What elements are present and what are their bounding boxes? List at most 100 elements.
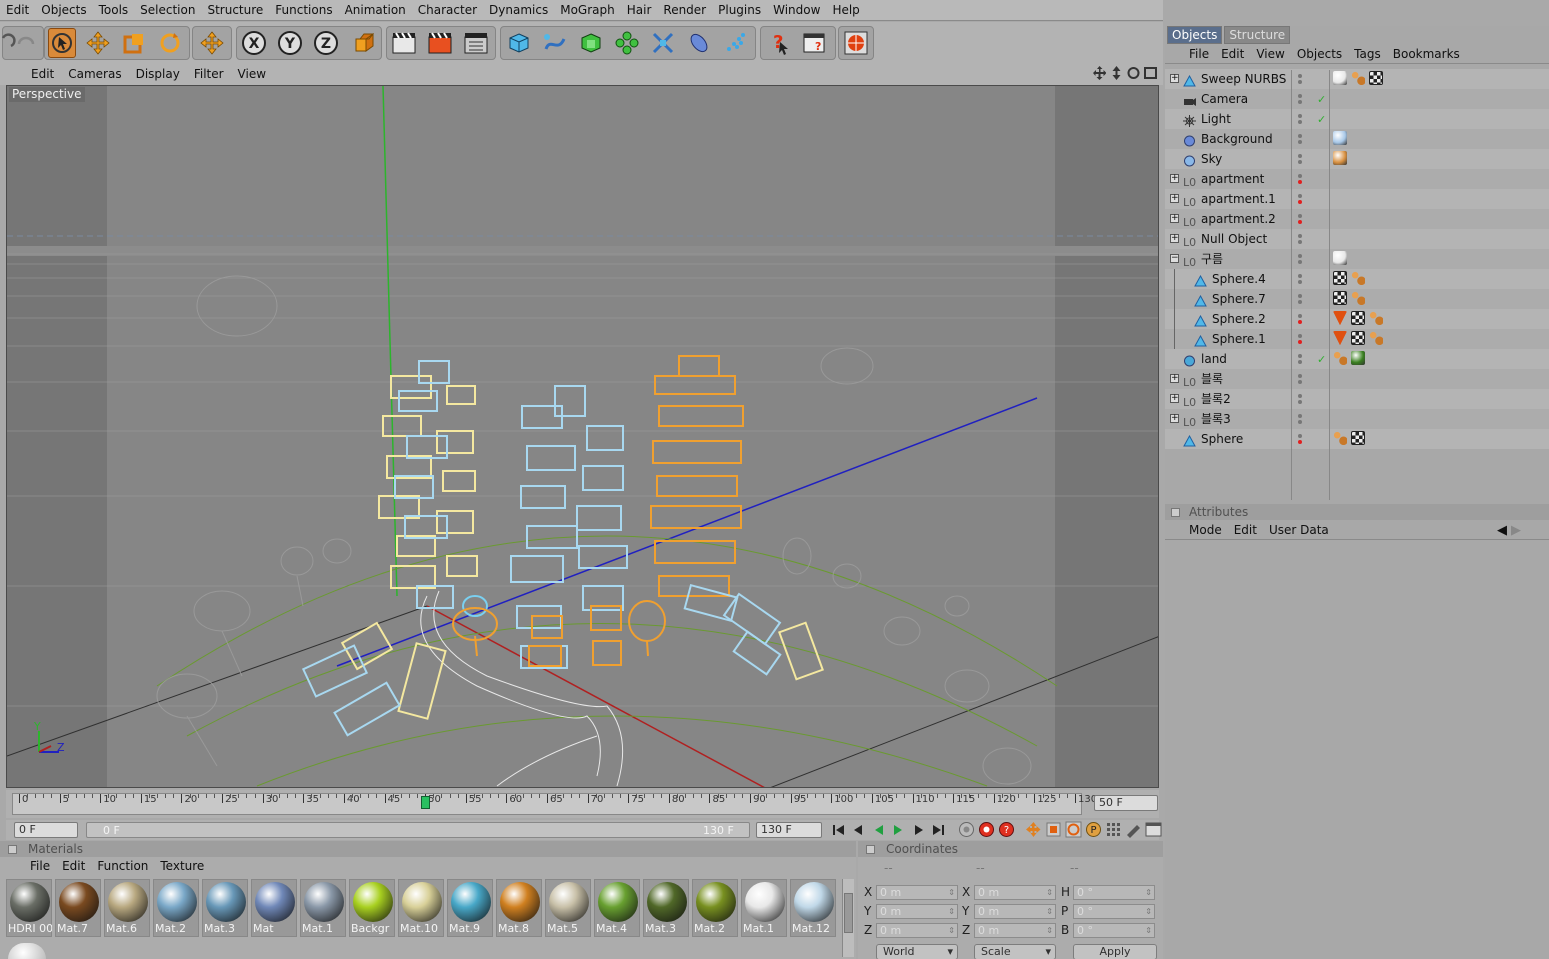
deformer-icon[interactable] <box>649 28 677 58</box>
object-menu-tags[interactable]: Tags <box>1348 44 1387 64</box>
editor-visibility-dot[interactable] <box>1298 214 1302 218</box>
object-tag-icon[interactable] <box>1333 131 1347 145</box>
object-row[interactable]: Background <box>1165 129 1549 149</box>
panel-collapse-icon[interactable] <box>1171 508 1180 517</box>
render-visibility-dot[interactable] <box>1298 200 1302 204</box>
attributes-menu-mode[interactable]: Mode <box>1183 520 1228 540</box>
object-tag-icon[interactable] <box>1369 331 1383 345</box>
object-row[interactable]: Sphere.1 <box>1165 329 1549 349</box>
object-tag-icon[interactable] <box>1333 431 1347 445</box>
array-icon[interactable] <box>613 28 641 58</box>
enabled-check-icon[interactable]: ✓ <box>1317 110 1326 130</box>
visibility-toggle[interactable] <box>1296 432 1306 446</box>
visibility-toggle[interactable] <box>1296 152 1306 166</box>
editor-visibility-dot[interactable] <box>1298 334 1302 338</box>
back-arrow-icon[interactable]: ◀ <box>1497 523 1507 538</box>
editor-visibility-dot[interactable] <box>1298 314 1302 318</box>
object-tag-icon[interactable] <box>1351 71 1365 85</box>
editor-visibility-dot[interactable] <box>1298 114 1302 118</box>
material-swatch[interactable]: Mat.2 <box>153 879 199 937</box>
timeline-ruler[interactable]: 0 5 10 15 20 25 30 35 40 45 50 55 60 65 70 75 80 85 90 95 10… <box>6 790 1159 818</box>
material-swatch[interactable]: Backgr <box>349 879 395 937</box>
expand-toggle-icon[interactable]: + <box>1170 234 1179 243</box>
start-frame-field[interactable]: 0 F <box>14 822 78 838</box>
editor-visibility-dot[interactable] <box>1298 294 1302 298</box>
editor-visibility-dot[interactable] <box>1298 174 1302 178</box>
menu-dynamics[interactable]: Dynamics <box>483 0 554 21</box>
menu-plugins[interactable]: Plugins <box>712 0 767 21</box>
editor-visibility-dot[interactable] <box>1298 414 1302 418</box>
object-tag-icon[interactable] <box>1369 71 1383 85</box>
object-tag-icon[interactable] <box>1333 351 1347 365</box>
coordinate-system-icon[interactable] <box>350 28 378 58</box>
render-visibility-dot[interactable] <box>1298 420 1302 424</box>
menu-objects[interactable]: Objects <box>35 0 92 21</box>
spinner-arrows-icon[interactable]: ⇕ <box>948 924 955 937</box>
record-icon[interactable] <box>958 821 975 838</box>
material-swatch[interactable]: Mat <box>251 879 297 937</box>
render-visibility-dot[interactable] <box>1298 240 1302 244</box>
coordinate-scale-select[interactable]: Scale ▾ <box>974 944 1056 959</box>
render-visibility-dot[interactable] <box>1298 340 1302 344</box>
attributes-menu-edit[interactable]: Edit <box>1228 520 1263 540</box>
viewport-maximize-icon[interactable] <box>1144 66 1157 80</box>
expand-toggle-icon[interactable]: + <box>1170 194 1179 203</box>
object-menu-file[interactable]: File <box>1183 44 1215 64</box>
object-tag-icon[interactable] <box>1351 291 1365 305</box>
render-visibility-dot[interactable] <box>1298 120 1302 124</box>
visibility-toggle[interactable] <box>1296 332 1306 346</box>
object-menu-edit[interactable]: Edit <box>1215 44 1250 64</box>
rotate-icon[interactable] <box>156 28 184 58</box>
step-forward-icon[interactable] <box>910 822 927 838</box>
visibility-toggle[interactable] <box>1296 372 1306 386</box>
editor-visibility-dot[interactable] <box>1298 74 1302 78</box>
render-visibility-dot[interactable] <box>1298 300 1302 304</box>
y-axis-lock-icon[interactable]: Y <box>276 28 304 58</box>
visibility-toggle[interactable] <box>1296 352 1306 366</box>
render-world-icon[interactable] <box>842 28 870 58</box>
render-visibility-dot[interactable] <box>1298 160 1302 164</box>
editor-visibility-dot[interactable] <box>1298 154 1302 158</box>
object-tag-icon[interactable] <box>1333 331 1347 345</box>
render-picture-viewer-icon[interactable] <box>426 28 454 58</box>
apply-button[interactable]: Apply <box>1073 944 1157 959</box>
render-settings-icon[interactable] <box>462 28 490 58</box>
key-pla-icon[interactable] <box>1105 821 1122 838</box>
scale-icon[interactable] <box>120 28 148 58</box>
coordinate-value-field[interactable]: 0 m ⇕ <box>974 923 1056 938</box>
expand-toggle-icon[interactable]: + <box>1170 414 1179 423</box>
render-visibility-dot[interactable] <box>1298 440 1302 444</box>
viewport-zoom-icon[interactable] <box>1110 66 1123 80</box>
coordinate-mode-select[interactable]: World ▾ <box>876 944 958 959</box>
coordinate-value-field[interactable]: 0 m ⇕ <box>876 923 958 938</box>
key-scale-icon[interactable] <box>1045 821 1062 838</box>
object-row[interactable]: + L0 apartment.1 <box>1165 189 1549 209</box>
object-tag-icon[interactable] <box>1333 311 1347 325</box>
material-swatch[interactable]: Mat.8 <box>496 879 542 937</box>
expand-toggle-icon[interactable]: + <box>1170 74 1179 83</box>
timeline-playhead[interactable] <box>421 796 431 809</box>
coordinate-value-field[interactable]: 0 m ⇕ <box>974 885 1056 900</box>
menu-structure[interactable]: Structure <box>201 0 269 21</box>
object-tag-icon[interactable] <box>1351 311 1365 325</box>
visibility-toggle[interactable] <box>1296 232 1306 246</box>
object-row[interactable]: land ✓ <box>1165 349 1549 369</box>
viewport-menu-display[interactable]: Display <box>129 64 187 85</box>
expand-toggle-icon[interactable]: − <box>1170 254 1179 263</box>
menu-render[interactable]: Render <box>657 0 712 21</box>
object-row[interactable]: Sphere.7 <box>1165 289 1549 309</box>
menu-mograph[interactable]: MoGraph <box>554 0 621 21</box>
tab-structure[interactable]: Structure <box>1224 26 1291 44</box>
expand-toggle-icon[interactable]: + <box>1170 214 1179 223</box>
interactive-render-icon[interactable]: ? <box>800 28 828 58</box>
object-row[interactable]: + L0 블록2 <box>1165 389 1549 409</box>
material-swatch[interactable]: Mat.4 <box>594 879 640 937</box>
object-row[interactable]: + L0 apartment <box>1165 169 1549 189</box>
object-row[interactable]: Light ✓ <box>1165 109 1549 129</box>
end-frame-field[interactable]: 130 F <box>756 822 822 838</box>
material-swatch[interactable]: Mat.5 <box>545 879 591 937</box>
spinner-arrows-icon[interactable]: ⇕ <box>1145 905 1152 918</box>
spinner-arrows-icon[interactable]: ⇕ <box>1046 886 1053 899</box>
materials-scrollbar[interactable] <box>842 879 854 957</box>
help-icon[interactable]: ? <box>764 28 792 58</box>
